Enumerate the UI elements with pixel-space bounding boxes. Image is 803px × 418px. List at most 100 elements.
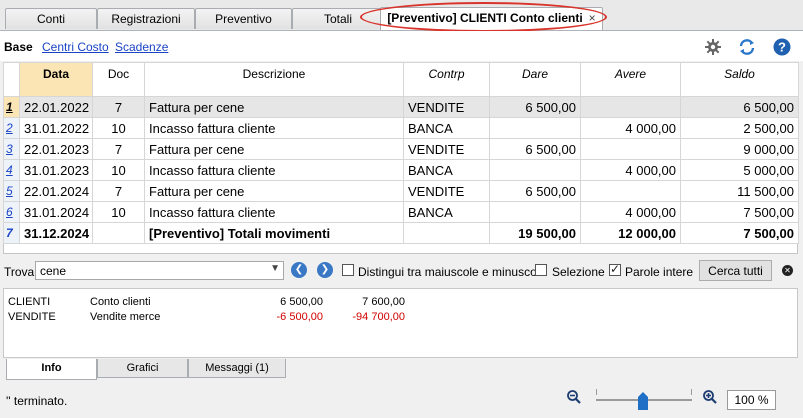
cell-dare[interactable]: 6 500,00 (489, 180, 581, 202)
tab-info[interactable]: Info (6, 359, 97, 380)
cell-descrizione[interactable]: Fattura per cene (144, 180, 404, 202)
cell-descrizione[interactable]: Incasso fattura cliente (144, 117, 404, 139)
zoom-level-field[interactable]: 100 % (727, 390, 776, 410)
cell-descrizione[interactable]: Incasso fattura cliente (144, 201, 404, 223)
tab-registrazioni[interactable]: Registrazioni (97, 8, 195, 29)
cell-doc[interactable]: 7 (92, 96, 145, 118)
column-header-contrp[interactable]: Contrp (403, 62, 490, 97)
row-number[interactable]: 1 (3, 96, 20, 118)
table-row[interactable]: 1 22.01.2022 7 Fattura per cene VENDITE … (3, 96, 799, 118)
cell-saldo[interactable]: 7 500,00 (680, 201, 799, 223)
gear-icon[interactable] (704, 38, 722, 56)
row-number[interactable]: 5 (3, 180, 20, 202)
column-header-avere[interactable]: Avere (580, 62, 681, 97)
cell-avere[interactable] (580, 180, 681, 202)
cell-contrp[interactable]: VENDITE (403, 96, 490, 118)
cell-avere[interactable]: 12 000,00 (580, 222, 681, 244)
zoom-out-icon[interactable] (567, 390, 581, 404)
row-number[interactable]: 3 (3, 138, 20, 160)
cell-doc[interactable]: 10 (92, 117, 145, 139)
row-number[interactable]: 6 (3, 201, 20, 223)
tab-conti[interactable]: Conti (5, 8, 97, 29)
cell-data[interactable]: 31.01.2022 (19, 117, 93, 139)
find-next-icon[interactable]: ❯ (317, 262, 333, 278)
view-scadenze[interactable]: Scadenze (115, 40, 168, 54)
column-header-doc[interactable]: Doc (92, 62, 145, 97)
totals-row[interactable]: 7 31.12.2024 [Preventivo] Totali movimen… (3, 222, 799, 244)
cell-data[interactable]: 31.01.2023 (19, 159, 93, 181)
zoom-slider-thumb[interactable] (638, 392, 648, 410)
find-input[interactable]: cene ▼ (35, 261, 284, 280)
cell-contrp[interactable]: VENDITE (403, 180, 490, 202)
cell-avere[interactable] (580, 96, 681, 118)
cell-doc[interactable]: 10 (92, 159, 145, 181)
cell-dare[interactable]: 6 500,00 (489, 138, 581, 160)
cell-saldo[interactable]: 5 000,00 (680, 159, 799, 181)
cell-doc[interactable]: 7 (92, 180, 145, 202)
cell-contrp[interactable]: BANCA (403, 159, 490, 181)
cell-avere[interactable]: 4 000,00 (580, 201, 681, 223)
view-base[interactable]: Base (4, 40, 33, 54)
tab-preventivo[interactable]: Preventivo (195, 8, 292, 29)
column-header-saldo[interactable]: Saldo (680, 62, 799, 97)
cell-doc[interactable]: 10 (92, 201, 145, 223)
cell-saldo[interactable]: 2 500,00 (680, 117, 799, 139)
cell-contrp[interactable] (403, 222, 490, 244)
zoom-in-icon[interactable] (703, 390, 717, 404)
find-previous-icon[interactable]: ❮ (291, 262, 307, 278)
cell-saldo[interactable]: 6 500,00 (680, 96, 799, 118)
row-number[interactable]: 7 (3, 222, 20, 244)
chevron-down-icon[interactable]: ▼ (270, 263, 280, 274)
column-header-data[interactable]: Data (19, 62, 93, 97)
column-header-dare[interactable]: Dare (489, 62, 581, 97)
view-centri-costo[interactable]: Centri Costo (42, 40, 109, 54)
cell-contrp[interactable]: VENDITE (403, 138, 490, 160)
info-value-1: 6 500,00 (280, 296, 323, 308)
cell-data[interactable]: 31.12.2024 (19, 222, 93, 244)
cell-descrizione[interactable]: [Preventivo] Totali movimenti (144, 222, 404, 244)
cell-dare[interactable]: 6 500,00 (489, 96, 581, 118)
close-tab-icon[interactable]: × (589, 11, 596, 25)
tab-grafici[interactable]: Grafici (97, 359, 188, 378)
tab-messaggi[interactable]: Messaggi (1) (188, 359, 286, 378)
cell-data[interactable]: 22.01.2024 (19, 180, 93, 202)
cell-avere[interactable]: 4 000,00 (580, 159, 681, 181)
cell-contrp[interactable]: BANCA (403, 117, 490, 139)
case-sensitive-checkbox[interactable] (342, 264, 354, 276)
cell-data[interactable]: 31.01.2024 (19, 201, 93, 223)
cell-dare[interactable] (489, 159, 581, 181)
table-row[interactable]: 2 31.01.2022 10 Incasso fattura cliente … (3, 117, 799, 139)
cell-contrp[interactable]: BANCA (403, 201, 490, 223)
help-icon[interactable]: ? (773, 38, 791, 56)
whole-words-checkbox[interactable] (609, 262, 621, 276)
row-number[interactable]: 2 (3, 117, 20, 139)
column-header-descrizione[interactable]: Descrizione (144, 62, 404, 97)
cell-doc[interactable]: 7 (92, 138, 145, 160)
search-all-button[interactable]: Cerca tutti (699, 260, 772, 281)
refresh-icon[interactable] (738, 38, 756, 56)
table-row[interactable]: 5 22.01.2024 7 Fattura per cene VENDITE … (3, 180, 799, 202)
cell-dare[interactable] (489, 117, 581, 139)
cell-doc[interactable] (92, 222, 145, 244)
cell-descrizione[interactable]: Fattura per cene (144, 96, 404, 118)
cell-saldo[interactable]: 7 500,00 (680, 222, 799, 244)
cell-saldo[interactable]: 11 500,00 (680, 180, 799, 202)
cell-avere[interactable]: 4 000,00 (580, 117, 681, 139)
cell-dare[interactable] (489, 201, 581, 223)
row-number[interactable]: 4 (3, 159, 20, 181)
tab-preventivo-clienti[interactable]: [Preventivo] CLIENTI Conto clienti × (380, 7, 603, 30)
table-row[interactable]: 4 31.01.2023 10 Incasso fattura cliente … (3, 159, 799, 181)
cell-data[interactable]: 22.01.2022 (19, 96, 93, 118)
cell-descrizione[interactable]: Fattura per cene (144, 138, 404, 160)
case-sensitive-label: Distingui tra maiuscole e minuscole (358, 265, 547, 279)
cell-descrizione[interactable]: Incasso fattura cliente (144, 159, 404, 181)
close-icon[interactable]: ✕ (782, 265, 793, 276)
cell-saldo[interactable]: 9 000,00 (680, 138, 799, 160)
cell-avere[interactable] (580, 138, 681, 160)
table-row[interactable]: 3 22.01.2023 7 Fattura per cene VENDITE … (3, 138, 799, 160)
cell-data[interactable]: 22.01.2023 (19, 138, 93, 160)
tab-totali[interactable]: Totali (292, 8, 384, 29)
selection-checkbox[interactable] (535, 264, 547, 276)
cell-dare[interactable]: 19 500,00 (489, 222, 581, 244)
table-row[interactable]: 6 31.01.2024 10 Incasso fattura cliente … (3, 201, 799, 223)
